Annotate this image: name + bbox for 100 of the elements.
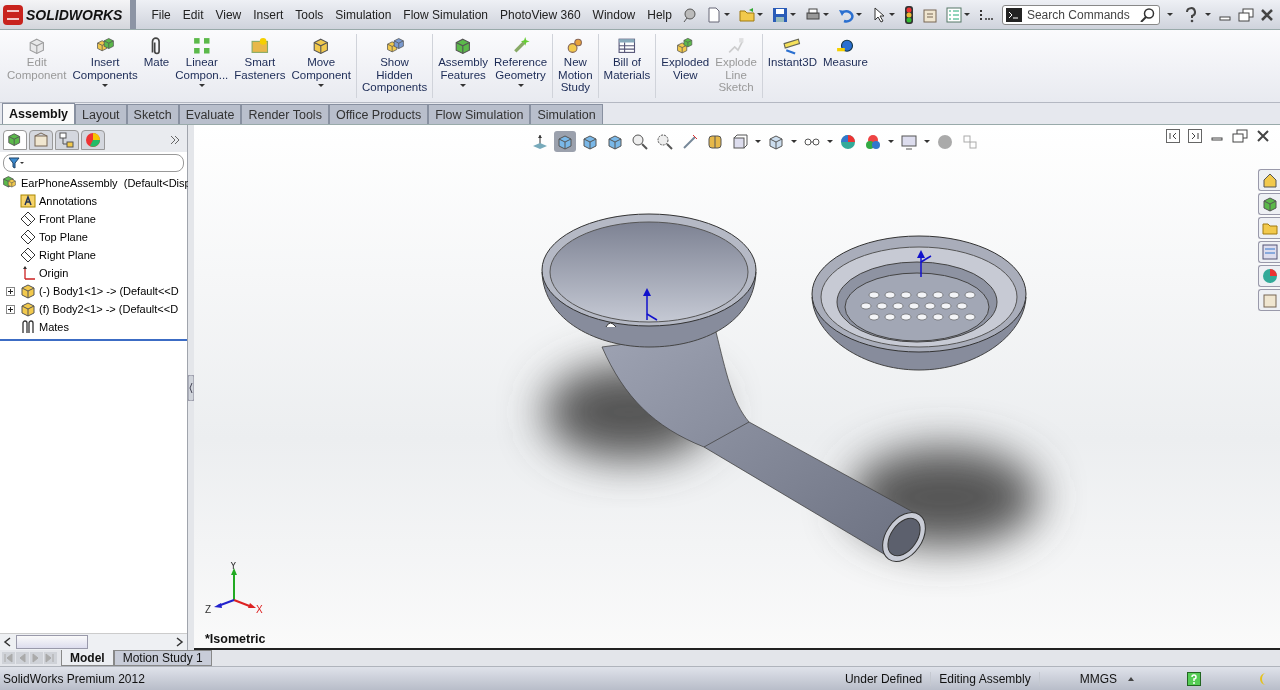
caret-icon[interactable] — [826, 137, 834, 146]
menu-item[interactable]: PhotoView 360 — [495, 5, 586, 24]
ribbon-button[interactable]: Exploded View — [658, 30, 713, 102]
axis-label: X — [256, 604, 263, 614]
close-icon[interactable] — [1260, 7, 1274, 22]
ribbon-button[interactable]: Measure — [820, 30, 871, 102]
expand-icon[interactable] — [6, 286, 15, 296]
tape-measure-icon — [836, 37, 855, 55]
restore-icon[interactable] — [1232, 129, 1248, 143]
tree-item[interactable]: Right Plane — [39, 249, 96, 261]
menu-item[interactable]: Window — [587, 5, 641, 24]
tree-item[interactable]: Top Plane — [39, 231, 88, 243]
printer-icon[interactable] — [804, 6, 821, 23]
caret-icon[interactable] — [1204, 10, 1212, 19]
status-text: Under Defined — [836, 671, 932, 686]
horizontal-scrollbar[interactable] — [0, 633, 187, 650]
ribbon-tab[interactable]: Assembly — [2, 103, 76, 124]
ribbon-button[interactable]: Mate — [140, 30, 173, 102]
panel-tab[interactable] — [55, 130, 79, 150]
ribbon-button[interactable]: New Motion Study — [555, 30, 596, 102]
tree-item[interactable]: Mates — [39, 321, 69, 333]
close-icon[interactable] — [1256, 129, 1270, 143]
collapse-handle-icon[interactable] — [188, 374, 194, 401]
menu-item[interactable]: Edit — [177, 5, 209, 24]
caret-icon[interactable] — [821, 10, 830, 19]
caret-icon[interactable] — [887, 137, 895, 146]
ribbon-button[interactable]: Bill of Materials — [600, 30, 654, 102]
traffic-light-icon[interactable] — [903, 5, 914, 24]
property-sheet-icon — [33, 132, 49, 148]
restore-icon[interactable] — [1238, 7, 1254, 22]
assembly-tree-icon — [7, 132, 23, 148]
filter-field[interactable] — [3, 154, 184, 172]
ribbon-button[interactable]: Linear Compon... — [172, 30, 232, 102]
caret-icon[interactable] — [722, 10, 731, 19]
ribbon-button[interactable]: Instant3D — [764, 30, 821, 102]
status-text: SolidWorks Premium 2012 — [3, 671, 145, 686]
ribbon-tab[interactable]: Simulation — [530, 104, 603, 124]
ribbon-button[interactable]: Insert Components — [69, 30, 141, 102]
units-label[interactable]: MMGS — [1039, 671, 1127, 686]
tree-item[interactable]: Front Plane — [39, 213, 96, 225]
appearance-ball-icon — [840, 133, 856, 150]
tree-item[interactable]: (f) Body2<1> -> (Default<<D — [39, 303, 179, 315]
caret-icon[interactable] — [1165, 10, 1174, 19]
panel-tab[interactable] — [3, 130, 27, 150]
tree-item[interactable]: Annotations — [39, 195, 98, 207]
ribbon-tab[interactable]: Flow Simulation — [428, 104, 531, 124]
menu-item[interactable]: Flow Simulation — [398, 5, 494, 24]
search-field[interactable]: Search Commands — [1001, 4, 1160, 25]
menu-item[interactable]: File — [146, 5, 176, 24]
ribbon-tab[interactable]: Sketch — [126, 104, 179, 124]
tile-right-icon[interactable] — [1188, 129, 1202, 143]
tree-item[interactable]: (-) Body1<1> -> (Default<<D — [39, 285, 179, 297]
caret-icon[interactable] — [923, 137, 931, 146]
ribbon-button[interactable]: Move Component — [288, 30, 354, 102]
overflow-dots-icon[interactable] — [978, 7, 993, 22]
chevron-icon[interactable] — [170, 135, 180, 145]
caret-icon[interactable] — [790, 137, 798, 146]
caret-icon[interactable] — [962, 10, 971, 19]
earphone-model-drawing[interactable] — [541, 213, 1039, 562]
ribbon-button[interactable]: Smart Fasteners — [231, 30, 289, 102]
grid-icon — [192, 37, 211, 55]
document-tab[interactable]: Motion Study 1 — [113, 650, 212, 666]
menu-item[interactable]: Tools — [290, 5, 329, 24]
caret-icon[interactable] — [755, 10, 764, 19]
tree-item[interactable]: Origin — [39, 267, 69, 279]
help-icon[interactable] — [1184, 6, 1198, 23]
caret-icon[interactable] — [754, 137, 762, 146]
caret-icon[interactable] — [788, 10, 797, 19]
folder-icon — [1261, 220, 1278, 236]
caret-icon[interactable] — [854, 10, 863, 19]
search-icon[interactable] — [1139, 7, 1156, 22]
ribbon-button[interactable]: Show Hidden Components — [358, 30, 431, 102]
task-pane-tab[interactable] — [1258, 265, 1280, 287]
menu-item[interactable]: Simulation — [330, 5, 397, 24]
ribbon-tab[interactable]: Office Products — [328, 104, 429, 124]
help-icon[interactable] — [1187, 671, 1201, 686]
paperclips-icon — [20, 319, 36, 335]
ribbon-button[interactable]: Reference Geometry — [491, 30, 551, 102]
axis-arrow-icon — [532, 133, 548, 150]
cube-icon — [27, 37, 46, 55]
document-tab[interactable]: Model — [61, 650, 114, 666]
ribbon-tab[interactable]: Evaluate — [178, 104, 242, 124]
zoom-icon — [657, 133, 673, 150]
tree-item[interactable]: EarPhoneAssembly (Default<Disp — [21, 177, 191, 189]
ribbon-tab[interactable]: Layout — [75, 104, 127, 124]
menu-item[interactable]: View — [210, 5, 247, 24]
panel-tab[interactable] — [29, 130, 53, 150]
plane-icon — [20, 211, 36, 227]
tile-left-icon[interactable] — [1166, 129, 1180, 143]
panel-tab[interactable] — [81, 130, 105, 150]
menu-item[interactable]: Help — [642, 5, 677, 24]
ribbon-button[interactable]: Assembly Features — [435, 30, 491, 102]
task-pane-tab[interactable] — [1258, 169, 1280, 191]
checklist-icon[interactable] — [945, 6, 962, 23]
task-pane-tab[interactable] — [1258, 193, 1280, 215]
view-orientation-icon — [732, 133, 748, 150]
expand-icon[interactable] — [6, 304, 15, 314]
ribbon-tab[interactable]: Render Tools — [241, 104, 329, 124]
caret-icon[interactable] — [887, 10, 896, 19]
menu-item[interactable]: Insert — [248, 5, 289, 24]
